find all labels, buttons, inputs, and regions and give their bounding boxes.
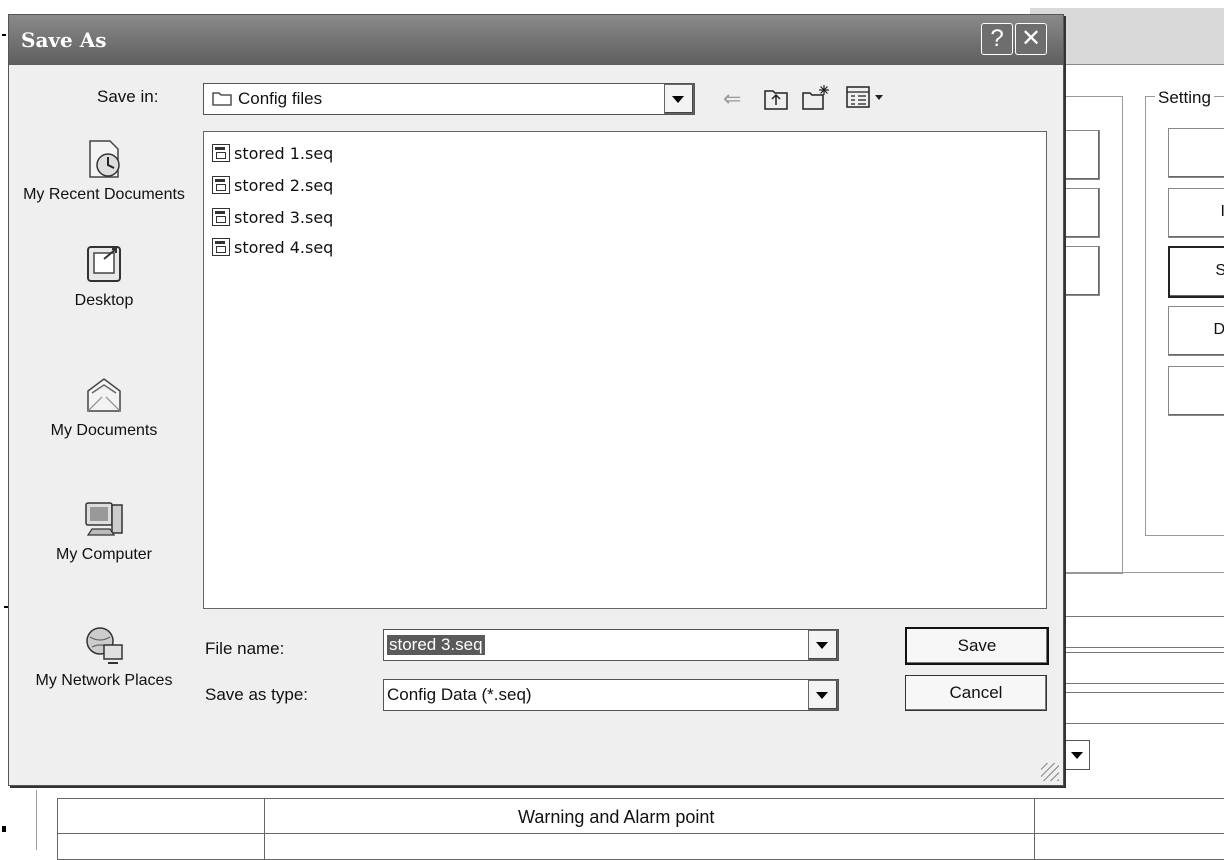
place-network[interactable]: My Network Places [9,623,199,690]
file-name-field[interactable]: stored 3.seq [383,629,839,661]
place-recent-documents[interactable]: My Recent Documents [9,137,199,204]
file-name: stored 1.seq [234,143,334,163]
save-in-dropdown[interactable]: Config files [203,83,695,115]
my-computer-icon [85,502,123,536]
new-folder-icon[interactable] [801,83,831,111]
divider [1062,572,1224,573]
background-button[interactable] [1062,188,1100,238]
dialog-title: Save As [21,28,107,52]
file-name: stored 3.seq [234,207,334,227]
help-button[interactable]: ? [981,23,1013,55]
save-as-type-label: Save as type: [205,685,309,704]
settings-button-1[interactable] [1168,128,1224,178]
desktop-icon [87,246,121,282]
place-desktop[interactable]: Desktop [9,243,199,310]
place-label: My Documents [50,422,158,439]
seq-file-icon [212,208,230,226]
background-button[interactable] [1062,130,1100,180]
save-as-type-dropdown[interactable]: Config Data (*.seq) [383,679,839,711]
up-folder-icon[interactable] [763,85,789,111]
list-item[interactable]: stored 4.seq [212,234,333,260]
file-name-label: File name: [205,639,285,658]
background-field[interactable] [1062,692,1224,724]
resize-grip-icon[interactable] [1041,763,1059,781]
close-button[interactable]: ✕ [1015,23,1047,55]
save-as-type-dropdown-arrow[interactable] [808,680,838,710]
file-name: stored 4.seq [234,237,334,257]
warning-alarm-table: Warning and Alarm point [36,790,1224,860]
settings-button-2[interactable]: I [1168,188,1224,238]
settings-group-label: Setting [1155,88,1214,108]
background-field[interactable] [1062,652,1224,684]
list-item[interactable]: stored 2.seq [212,172,333,198]
save-as-type-value: Config Data (*.seq) [387,685,532,704]
edge-tick [2,826,6,832]
my-documents-icon [87,378,121,412]
place-label: Desktop [74,292,134,309]
file-name-value: stored 3.seq [387,635,485,655]
seq-file-icon [212,238,230,256]
dialog-titlebar[interactable]: Save As ? ✕ [9,15,1063,65]
background-field[interactable] [1062,616,1224,648]
view-menu-icon[interactable] [845,85,889,109]
file-name: stored 2.seq [234,175,334,195]
settings-button-3[interactable]: S [1168,246,1224,298]
save-in-label: Save in: [97,87,159,106]
place-label: My Computer [55,546,153,563]
background-dropdown-button[interactable] [1064,740,1090,770]
place-my-documents[interactable]: My Documents [9,373,199,440]
background-button[interactable] [1062,246,1100,296]
list-item[interactable]: stored 3.seq [212,204,333,230]
save-button[interactable]: Save [905,627,1049,665]
place-label: My Network Places [35,672,173,689]
table-header: Warning and Alarm point [518,807,715,827]
edge-tick [2,34,6,36]
place-my-computer[interactable]: My Computer [9,497,199,564]
folder-icon [212,92,232,106]
save-in-value: Config files [238,89,323,108]
network-places-icon [86,627,123,664]
save-in-dropdown-arrow[interactable] [664,84,694,114]
file-list[interactable]: stored 1.seq stored 2.seq stored 3.seq s… [203,131,1047,609]
seq-file-icon [212,144,230,162]
settings-button-4[interactable]: D [1168,306,1224,356]
save-as-dialog: Save As ? ✕ Save in: Config files ⇐ My R… [8,14,1064,786]
back-arrow-icon[interactable]: ⇐ [723,87,741,111]
settings-button-5[interactable] [1168,366,1224,416]
file-name-dropdown-arrow[interactable] [808,630,838,660]
recent-documents-icon [89,140,120,178]
list-item[interactable]: stored 1.seq [212,140,333,166]
cancel-button[interactable]: Cancel [905,675,1047,711]
place-label: My Recent Documents [23,186,185,203]
seq-file-icon [212,176,230,194]
